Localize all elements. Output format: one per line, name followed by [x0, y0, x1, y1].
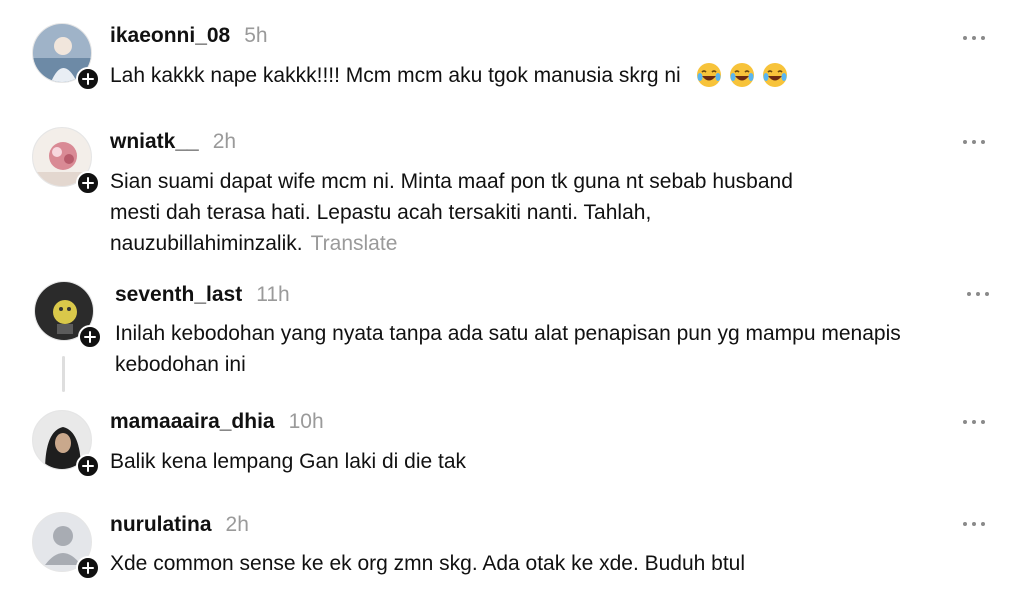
comment-text: Sian suami dapat wife mcm ni. Minta maaf… — [110, 166, 830, 259]
timestamp: 2h — [225, 513, 249, 536]
timestamp: 11h — [256, 283, 290, 306]
avatar[interactable] — [32, 512, 100, 580]
follow-button[interactable] — [76, 454, 100, 478]
avatar[interactable] — [32, 127, 100, 195]
rolling-on-floor-laughing-icon — [696, 62, 721, 87]
plus-icon — [82, 562, 94, 574]
comment-header: nurulatina 2h — [110, 513, 249, 537]
emoji-group — [689, 61, 788, 92]
plus-icon — [84, 331, 96, 343]
username[interactable]: seventh_last — [115, 283, 242, 307]
comment-header: ikaeonni_08 5h — [110, 24, 268, 48]
comment-body: Lah kakkk nape kakkk!!!! Mcm mcm aku tgo… — [110, 64, 681, 87]
thread-line — [62, 356, 65, 392]
avatar[interactable] — [32, 23, 100, 91]
more-options-button[interactable] — [960, 132, 988, 152]
more-horizontal-icon — [963, 420, 985, 424]
comment-text: Lah kakkk nape kakkk!!!! Mcm mcm aku tgo… — [110, 60, 970, 92]
timestamp: 5h — [244, 24, 268, 47]
follow-button[interactable] — [76, 67, 100, 91]
translate-link[interactable]: Translate — [311, 232, 398, 255]
more-options-button[interactable] — [960, 412, 988, 432]
comment-body: Balik kena lempang Gan laki di die tak — [110, 450, 467, 473]
follow-button[interactable] — [78, 325, 102, 349]
rolling-on-floor-laughing-icon — [762, 62, 787, 87]
avatar[interactable] — [34, 281, 102, 349]
username[interactable]: ikaeonni_08 — [110, 24, 230, 48]
follow-button[interactable] — [76, 171, 100, 195]
more-horizontal-icon — [963, 522, 985, 526]
more-options-button[interactable] — [960, 28, 988, 48]
comment-body: Xde common sense ke ek org zmn skg. Ada … — [110, 552, 746, 575]
comment-text: Xde common sense ke ek org zmn skg. Ada … — [110, 548, 970, 579]
more-horizontal-icon — [963, 140, 985, 144]
comment-body: Inilah kebodohan yang nyata tanpa ada sa… — [115, 322, 901, 376]
username[interactable]: nurulatina — [110, 513, 212, 537]
username[interactable]: mamaaaira_dhia — [110, 410, 275, 434]
comment-header: mamaaaira_dhia 10h — [110, 410, 324, 434]
timestamp: 2h — [212, 130, 237, 153]
avatar[interactable] — [32, 410, 100, 478]
plus-icon — [82, 73, 94, 85]
comment-text: Inilah kebodohan yang nyata tanpa ada sa… — [115, 318, 935, 380]
comment-body: Sian suami dapat wife mcm ni. Minta maaf… — [110, 170, 793, 255]
comment-header: wniatk__ 2h — [110, 130, 236, 154]
follow-button[interactable] — [76, 556, 100, 580]
rolling-on-floor-laughing-icon — [729, 62, 754, 87]
plus-icon — [82, 177, 94, 189]
comment-text: Balik kena lempang Gan laki di die tak — [110, 446, 970, 477]
plus-icon — [82, 460, 94, 472]
more-options-button[interactable] — [960, 514, 988, 534]
timestamp: 10h — [288, 410, 324, 433]
more-horizontal-icon — [967, 292, 989, 296]
more-horizontal-icon — [963, 36, 985, 40]
comment-header: seventh_last 11h — [115, 283, 290, 307]
more-options-button[interactable] — [964, 284, 992, 304]
username[interactable]: wniatk__ — [110, 130, 199, 154]
